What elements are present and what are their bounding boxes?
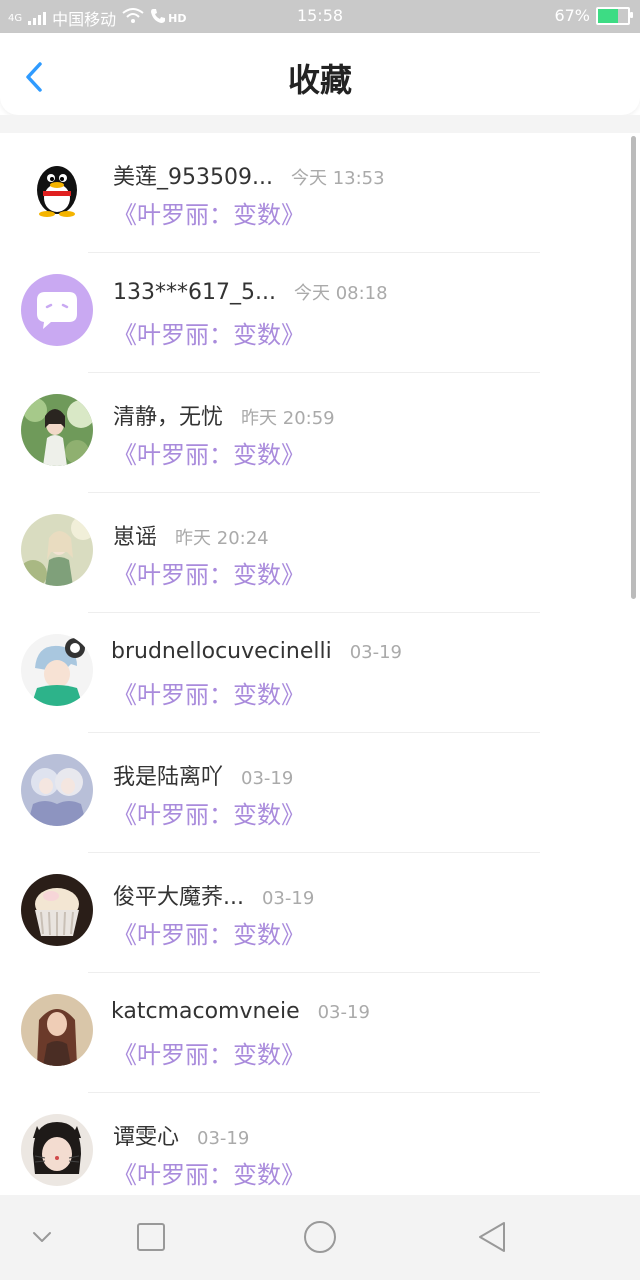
book-title[interactable]: 《叶罗丽：变数》: [113, 195, 305, 230]
square-icon: [137, 1223, 165, 1251]
header: 收藏: [0, 33, 640, 115]
list-item[interactable]: 我是陆离吖 03-19 《叶罗丽：变数》: [0, 733, 640, 853]
recents-button[interactable]: [133, 1219, 169, 1255]
book-title[interactable]: 《叶罗丽：变数》: [113, 795, 305, 830]
timestamp: 03-19: [317, 1002, 370, 1023]
user-name-text: 俊平大魔荞...: [113, 885, 244, 910]
triangle-back-icon: [479, 1222, 505, 1252]
header-separator: [0, 115, 640, 133]
list-item[interactable]: katcmacomvneie 03-19 《叶罗丽：变数》: [0, 973, 640, 1093]
user-name: 我是陆离吖 03-19: [113, 759, 293, 791]
user-name: 谭雯心 03-19: [113, 1119, 249, 1151]
book-title[interactable]: 《叶罗丽：变数》: [113, 315, 305, 350]
anime-avatar-icon: [21, 634, 93, 706]
scrollbar[interactable]: [631, 136, 636, 599]
photo-avatar-icon: [21, 514, 93, 586]
user-name: 俊平大魔荞... 03-19: [113, 879, 314, 911]
user-name-text: brudnellocuvecinelli: [111, 639, 332, 664]
user-name-text: 133***617_5...: [113, 280, 276, 305]
user-name-text: 我是陆离吖: [113, 765, 224, 790]
user-name: 美莲_953509... 今天 13:53: [113, 159, 385, 191]
list-item[interactable]: brudnellocuvecinelli 03-19 《叶罗丽：变数》: [0, 613, 640, 733]
user-name: 133***617_5... 今天 08:18: [113, 279, 388, 305]
hide-nav-button[interactable]: [24, 1219, 60, 1255]
home-button[interactable]: [302, 1219, 338, 1255]
user-name: 清静，无忧 昨天 20:59: [113, 399, 335, 431]
list-item[interactable]: 崽谣 昨天 20:24 《叶罗丽：变数》: [0, 493, 640, 613]
book-title[interactable]: 《叶罗丽：变数》: [113, 915, 305, 950]
user-name-text: 崽谣: [113, 525, 158, 550]
timestamp: 昨天 20:59: [241, 408, 335, 429]
timestamp: 今天 13:53: [290, 168, 385, 189]
avatar[interactable]: [21, 394, 93, 466]
user-name-text: 清静，无忧: [113, 405, 224, 430]
avatar[interactable]: [21, 1114, 93, 1186]
user-name: katcmacomvneie 03-19: [111, 999, 370, 1024]
avatar[interactable]: [21, 154, 93, 226]
favorites-list: 美莲_953509... 今天 13:53 《叶罗丽：变数》 133***617_…: [0, 133, 640, 1195]
back-nav-button[interactable]: [474, 1219, 510, 1255]
qq-penguin-icon: [21, 154, 93, 226]
timestamp: 03-19: [197, 1128, 250, 1149]
list-item[interactable]: 谭雯心 03-19 《叶罗丽：变数》: [0, 1093, 640, 1195]
avatar[interactable]: [21, 994, 93, 1066]
avatar[interactable]: [21, 274, 93, 346]
battery-level: [598, 8, 619, 23]
user-name: brudnellocuvecinelli 03-19: [111, 639, 402, 664]
cupcake-avatar-icon: [21, 874, 93, 946]
photo-avatar-icon: [21, 394, 93, 466]
circle-icon: [304, 1221, 336, 1253]
anime-avatar-icon: [21, 754, 93, 826]
chevron-down-icon: [33, 1232, 51, 1242]
avatar[interactable]: [21, 874, 93, 946]
book-title[interactable]: 《叶罗丽：变数》: [113, 675, 305, 710]
timestamp: 03-19: [261, 888, 315, 909]
user-name-text: 谭雯心: [113, 1125, 180, 1150]
list-item[interactable]: 俊平大魔荞... 03-19 《叶罗丽：变数》: [0, 853, 640, 973]
avatar[interactable]: [21, 634, 93, 706]
timestamp: 今天 08:18: [293, 283, 388, 304]
list-item[interactable]: 美莲_953509... 今天 13:53 《叶罗丽：变数》: [0, 133, 640, 253]
timestamp: 03-19: [349, 642, 403, 663]
list-item[interactable]: 133***617_5... 今天 08:18 《叶罗丽：变数》: [0, 253, 640, 373]
book-title[interactable]: 《叶罗丽：变数》: [113, 1035, 305, 1070]
book-title[interactable]: 《叶罗丽：变数》: [113, 435, 305, 470]
clock: 15:58: [296, 6, 344, 25]
status-bar: 4G 中国移动 HD 15:58 67%: [0, 0, 640, 33]
user-name: 崽谣 昨天 20:24: [113, 519, 269, 551]
book-title[interactable]: 《叶罗丽：变数》: [113, 555, 305, 590]
list-item[interactable]: 清静，无忧 昨天 20:59 《叶罗丽：变数》: [0, 373, 640, 493]
avatar[interactable]: [21, 754, 93, 826]
user-name-text: katcmacomvneie: [111, 999, 300, 1024]
user-name-text: 美莲_953509...: [113, 165, 273, 190]
chat-bubble-avatar-icon: [21, 274, 93, 346]
battery-icon: [596, 6, 633, 25]
battery-percent: 67%: [554, 6, 590, 25]
photo-avatar-icon: [21, 994, 93, 1066]
cat-filter-avatar-icon: [21, 1114, 93, 1186]
avatar[interactable]: [21, 514, 93, 586]
system-nav-bar: [0, 1195, 640, 1280]
timestamp: 昨天 20:24: [175, 528, 269, 549]
timestamp: 03-19: [241, 768, 294, 789]
page-title: 收藏: [287, 61, 352, 99]
book-title[interactable]: 《叶罗丽：变数》: [113, 1155, 305, 1190]
